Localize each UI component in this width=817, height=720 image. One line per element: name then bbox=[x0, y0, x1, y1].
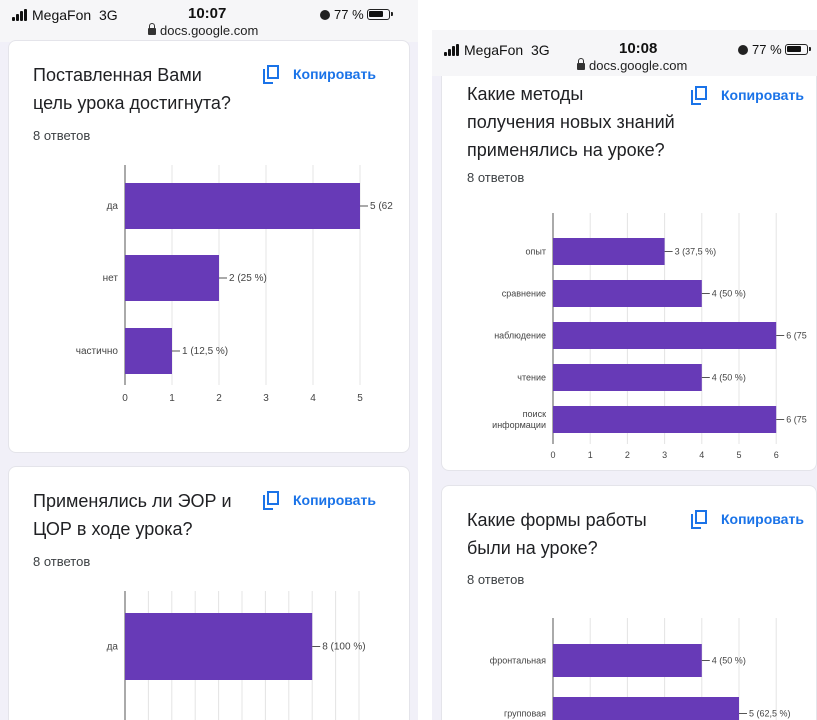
data-label: 6 (75 bbox=[786, 331, 807, 341]
category-label: фронтальная bbox=[490, 656, 546, 666]
bar bbox=[553, 644, 702, 677]
data-label: 4 (50 %) bbox=[712, 656, 746, 666]
x-tick-label: 1 bbox=[588, 450, 593, 460]
category-label: поиск bbox=[523, 409, 546, 419]
bar-chart: фронтальная 4 (50 %) групповая 5 (62,5 %) bbox=[490, 618, 791, 720]
category-label: наблюдение bbox=[494, 331, 546, 341]
bar-chart: да 5 (62 нет 2 (25 %) частично 1 (12,5 %) 0 1 2 3… bbox=[76, 165, 393, 404]
carrier-info: MegaFon 3G bbox=[12, 7, 118, 23]
carrier-name: MegaFon bbox=[464, 42, 524, 58]
address-bar[interactable]: docs.google.com bbox=[577, 58, 687, 73]
category-label: информации bbox=[492, 420, 546, 430]
alarm-icon bbox=[738, 45, 748, 55]
clock: 10:08 bbox=[619, 40, 658, 57]
status-bar: MegaFon 3G 10:08 docs.google.com 77 % bbox=[432, 30, 817, 76]
bar bbox=[553, 322, 777, 349]
category-label: да bbox=[107, 642, 119, 653]
category-label: чтение bbox=[517, 373, 546, 383]
network-type: 3G bbox=[530, 42, 550, 58]
bar bbox=[125, 328, 172, 374]
battery-percent: 77 % bbox=[334, 7, 364, 22]
address-bar[interactable]: docs.google.com bbox=[148, 23, 258, 38]
signal-icon bbox=[444, 44, 462, 56]
battery-icon bbox=[784, 44, 811, 55]
x-tick-label: 0 bbox=[122, 393, 128, 404]
alarm-icon bbox=[320, 10, 330, 20]
x-tick-label: 5 bbox=[736, 450, 741, 460]
bar bbox=[553, 364, 702, 391]
data-label: 6 (75 bbox=[786, 415, 807, 425]
battery-percent: 77 % bbox=[752, 42, 782, 57]
right-phone-screen: Какие методы получения новых знаний прим… bbox=[432, 30, 817, 720]
category-label: сравнение bbox=[502, 289, 546, 299]
category-label: частично bbox=[76, 346, 119, 357]
x-tick-label: 4 bbox=[699, 450, 704, 460]
data-label: 8 (100 %) bbox=[322, 642, 365, 653]
category-label: групповая bbox=[504, 709, 546, 719]
left-phone-screen: MegaFon 3G 10:07 docs.google.com 77 % По… bbox=[0, 0, 418, 720]
question-card: Какие формы работы были на уроке? Копиро… bbox=[441, 485, 817, 720]
data-label: 5 (62 bbox=[370, 201, 393, 212]
lock-icon bbox=[148, 23, 156, 35]
bar bbox=[125, 255, 219, 301]
data-label: 1 (12,5 %) bbox=[182, 346, 228, 357]
carrier-name: MegaFon bbox=[32, 7, 92, 23]
question-card: Поставленная Вами цель урока достигнута?… bbox=[8, 40, 410, 453]
x-tick-label: 2 bbox=[216, 393, 222, 404]
battery-status: 77 % bbox=[320, 7, 393, 22]
category-label: опыт bbox=[526, 247, 546, 257]
bar bbox=[553, 406, 777, 433]
url-text: docs.google.com bbox=[160, 23, 259, 38]
category-label: да bbox=[107, 201, 119, 212]
bar-chart: да 8 (100 %) bbox=[107, 591, 366, 720]
bar-chart: опыт 3 (37,5 %) сравнение 4 (50 %) наблюдени… bbox=[492, 213, 807, 460]
bar bbox=[553, 697, 739, 720]
carrier-info: MegaFon 3G bbox=[444, 42, 550, 58]
bar bbox=[125, 183, 360, 229]
x-tick-label: 3 bbox=[662, 450, 667, 460]
question-card: Какие методы получения новых знаний прим… bbox=[441, 40, 817, 471]
x-tick-label: 4 bbox=[310, 393, 316, 404]
bar bbox=[125, 613, 313, 680]
network-type: 3G bbox=[98, 7, 118, 23]
x-tick-label: 1 bbox=[169, 393, 175, 404]
x-tick-label: 2 bbox=[625, 450, 630, 460]
bar bbox=[553, 238, 665, 265]
battery-icon bbox=[366, 9, 393, 20]
data-label: 4 (50 %) bbox=[712, 373, 746, 383]
status-bar: MegaFon 3G 10:07 docs.google.com 77 % bbox=[0, 0, 418, 42]
category-label: нет bbox=[103, 273, 119, 284]
x-tick-label: 0 bbox=[550, 450, 555, 460]
data-label: 3 (37,5 %) bbox=[675, 247, 717, 257]
question-card: Применялись ли ЭОР и ЦОР в ходе урока? К… bbox=[8, 466, 410, 720]
x-tick-label: 6 bbox=[774, 450, 779, 460]
battery-status: 77 % bbox=[738, 42, 811, 57]
url-text: docs.google.com bbox=[589, 58, 688, 73]
lock-icon bbox=[577, 58, 585, 70]
data-label: 2 (25 %) bbox=[229, 273, 267, 284]
x-tick-label: 5 bbox=[357, 393, 363, 404]
x-tick-label: 3 bbox=[263, 393, 269, 404]
bar bbox=[553, 280, 702, 307]
clock: 10:07 bbox=[188, 5, 227, 22]
data-label: 4 (50 %) bbox=[712, 289, 746, 299]
data-label: 5 (62,5 %) bbox=[749, 709, 791, 719]
signal-icon bbox=[12, 9, 30, 21]
